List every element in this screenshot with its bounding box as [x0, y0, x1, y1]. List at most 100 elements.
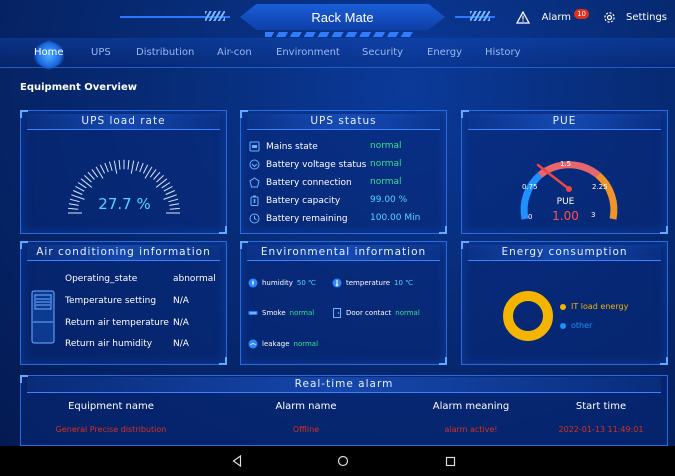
- smoke-detector-icon: [248, 308, 258, 318]
- col-alarm-name: Alarm name: [275, 401, 337, 412]
- tab-energy[interactable]: Energy: [427, 47, 462, 58]
- gauge-tick: [142, 164, 149, 174]
- top-bar: Rack Mate Alarm 10 Settings: [0, 0, 675, 38]
- gauge-tick: [118, 159, 121, 170]
- app-title-plate: Rack Mate: [240, 4, 445, 30]
- smoke-value: normal: [289, 309, 315, 317]
- pue-label: PUE: [556, 197, 575, 207]
- ups-status-panel: UPS status Mains state normal Battery vo…: [240, 110, 447, 234]
- ups-load-panel: UPS load rate 27.7 %: [20, 110, 227, 234]
- energy-donut-it-load: [503, 291, 553, 341]
- gear-icon[interactable]: [603, 11, 616, 24]
- smoke-item: Smoke normal: [248, 308, 314, 318]
- alarm-row-name[interactable]: Offline: [236, 425, 376, 434]
- humidity-item: humidity 50 ℃: [248, 278, 316, 288]
- title-stripes-left: [205, 11, 225, 21]
- gauge-tick: [163, 185, 173, 192]
- leakage-label: leakage: [262, 340, 290, 348]
- environment-title: Environmental information: [247, 245, 440, 261]
- energy-panel: Energy consumption IT load energy other: [461, 241, 668, 365]
- temperature-setting-value: N/A: [173, 296, 189, 306]
- return-air-humidity-label: Return air humidity: [65, 339, 153, 349]
- legend-other-label: other: [571, 321, 593, 330]
- tab-home[interactable]: Home: [34, 47, 64, 58]
- ups-load-gauge: [68, 159, 180, 214]
- gauge-tick: [139, 162, 144, 173]
- leakage-item: leakage normal: [248, 339, 318, 349]
- aircon-title: Air conditioning information: [27, 245, 220, 261]
- alarm-row-meaning[interactable]: alarm active!: [401, 425, 541, 434]
- temperature-value: 10 ℃: [394, 279, 413, 287]
- top-right-controls: Alarm 10 Settings: [515, 8, 667, 24]
- panel-corner: [219, 357, 227, 365]
- environment-panel: Environmental information humidity 50 ℃ …: [240, 241, 447, 365]
- gauge-tick: [130, 160, 135, 174]
- battery-icon: [249, 195, 260, 206]
- app-title: Rack Mate: [311, 9, 374, 25]
- home-icon[interactable]: [335, 453, 351, 469]
- tab-environment[interactable]: Environment: [276, 47, 340, 58]
- gauge-tick: [72, 190, 83, 195]
- operating-state-value: abnormal: [173, 274, 216, 284]
- realtime-alarm-panel: Real-time alarm Equipment name Alarm nam…: [20, 375, 668, 446]
- air-conditioner-icon: [31, 290, 55, 344]
- gauge-tick: [84, 175, 92, 183]
- alarm-row-equipment[interactable]: General Precise distribution: [21, 425, 201, 434]
- temperature-item: temperature 10 ℃: [332, 278, 413, 288]
- thermometer-icon: [332, 278, 342, 288]
- row-label: Mains state: [266, 141, 318, 152]
- tab-history[interactable]: History: [485, 47, 521, 58]
- col-equipment-name: Equipment name: [68, 401, 154, 412]
- legend-dot-other: [560, 322, 566, 329]
- water-drop-icon: [248, 278, 258, 288]
- door-icon: [332, 308, 342, 318]
- link-icon: [249, 177, 260, 188]
- door-contact-label: Door contact: [346, 309, 392, 317]
- alarm-row-start-time[interactable]: 2022-01-13 11:49:01: [531, 425, 671, 434]
- settings-label[interactable]: Settings: [626, 12, 667, 23]
- battery-capacity-row: Battery capacity: [249, 195, 340, 206]
- pue-tick-2: 1.5: [560, 160, 571, 168]
- ups-status-title: UPS status: [247, 114, 440, 130]
- alarm-count-badge: 10: [574, 8, 589, 19]
- ups-load-title: UPS load rate: [27, 114, 220, 130]
- row-label: Battery connection: [266, 177, 352, 188]
- gauge-tick: [135, 161, 139, 171]
- row-label: Battery capacity: [266, 195, 341, 206]
- main-nav: Home UPS Distribution Air-con Environmen…: [0, 38, 675, 70]
- ups-load-value: 27.7 %: [98, 195, 151, 213]
- alarm-warning-icon[interactable]: [515, 11, 530, 24]
- gauge-tick: [149, 169, 157, 178]
- gauge-tick: [153, 171, 161, 180]
- tab-distribution[interactable]: Distribution: [136, 47, 194, 58]
- back-icon[interactable]: [229, 453, 245, 469]
- gauge-tick: [91, 169, 99, 178]
- gauge-tick: [77, 182, 87, 189]
- gauge-tick: [165, 190, 176, 195]
- tab-air-con[interactable]: Air-con: [217, 47, 252, 58]
- recents-icon[interactable]: [442, 453, 458, 469]
- tab-security[interactable]: Security: [362, 47, 403, 58]
- voltage-icon: [249, 159, 260, 170]
- aircon-panel: Air conditioning information Operating_s…: [20, 241, 227, 365]
- gauge-tick: [161, 182, 171, 189]
- leakage-icon: [248, 339, 258, 349]
- title-stripes-right: [470, 11, 490, 21]
- gauge-tick: [99, 164, 106, 174]
- legend-other: other: [560, 321, 592, 330]
- temperature-label: temperature: [346, 279, 390, 287]
- operating-state-label: Operating_state: [65, 274, 138, 284]
- mains-state-row: Mains state: [249, 141, 318, 152]
- legend-it-load: IT load energy: [560, 302, 628, 311]
- battery-remaining-row: Battery remaining: [249, 213, 348, 224]
- col-alarm-meaning: Alarm meaning: [432, 401, 510, 412]
- alarm-label[interactable]: Alarm: [542, 12, 571, 23]
- system-nav-bar: [0, 446, 675, 476]
- pue-needle-hub: [566, 186, 572, 192]
- gauge-tick: [109, 161, 113, 171]
- return-air-temp-label: Return air temperature: [65, 318, 169, 328]
- pue-tick-1: 0.75: [522, 183, 538, 191]
- tab-ups[interactable]: UPS: [91, 47, 111, 58]
- gauge-tick: [156, 175, 164, 183]
- gauge-tick: [104, 162, 109, 173]
